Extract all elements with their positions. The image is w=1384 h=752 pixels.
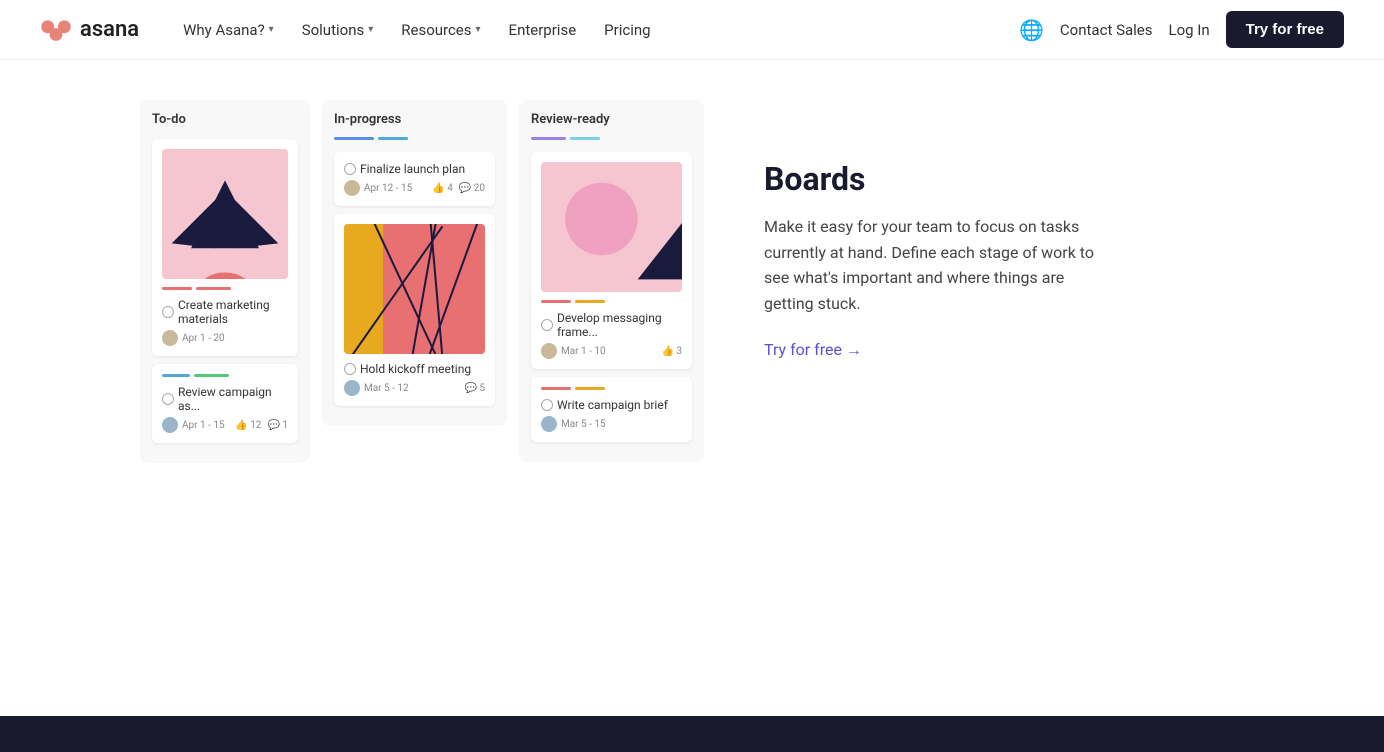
boards-description: Boards Make it easy for your team to foc… [764, 100, 1104, 360]
inprogress-card-1-stats: 👍 4 💬 20 [432, 183, 485, 194]
review-card-1[interactable]: Develop messaging frame... Mar 1 - 10 👍 … [531, 152, 692, 369]
todo-card-1-bars [162, 287, 288, 290]
inprogress-card-2-date: Mar 5 - 12 [344, 380, 409, 396]
contact-sales-link[interactable]: Contact Sales [1060, 21, 1153, 39]
review-column-header: Review-ready [531, 112, 692, 127]
try-for-free-link[interactable]: Try for free → [764, 340, 1104, 360]
board-demo: To-do [140, 100, 704, 463]
review-card-1-date: Mar 1 - 10 [541, 343, 606, 359]
avatar [541, 416, 557, 432]
review-card-1-title: Develop messaging frame... [541, 311, 682, 339]
logo-text: asana [80, 17, 139, 42]
inprogress-card-2-image [344, 224, 485, 354]
todo-card-1-title: Create marketing materials [162, 298, 288, 326]
avatar [541, 343, 557, 359]
chevron-down-icon: ▾ [368, 24, 373, 35]
navigation: asana Why Asana? ▾ Solutions ▾ Resources… [0, 0, 1384, 60]
review-card-2-title: Write campaign brief [541, 398, 682, 412]
chevron-down-icon: ▾ [269, 24, 274, 35]
inprogress-column: In-progress Finalize launch plan Apr 12 … [322, 100, 507, 426]
inprogress-card-2-meta: Mar 5 - 12 💬 5 [344, 380, 485, 396]
todo-card-1-date: Apr 1 - 20 [162, 330, 225, 346]
inprogress-bars [334, 137, 495, 140]
main-content: To-do [0, 60, 1384, 680]
avatar [162, 330, 178, 346]
footer-bar [0, 716, 1384, 752]
review-card-1-image [541, 162, 682, 292]
review-card-1-bars [541, 300, 682, 303]
todo-card-1-meta: Apr 1 - 20 [162, 330, 288, 346]
nav-right: 🌐 Contact Sales Log In Try for free [1019, 11, 1344, 48]
review-card-2-meta: Mar 5 - 15 [541, 416, 682, 432]
todo-card-1[interactable]: Create marketing materials Apr 1 - 20 [152, 139, 298, 356]
todo-column-header: To-do [152, 112, 298, 129]
nav-resources[interactable]: Resources ▾ [389, 13, 492, 47]
login-link[interactable]: Log In [1168, 21, 1209, 39]
todo-card-1-image [162, 149, 288, 279]
review-card-2-bars [541, 387, 682, 390]
review-column: Review-ready [519, 100, 704, 462]
todo-column: To-do [140, 100, 310, 463]
logo[interactable]: asana [40, 14, 139, 46]
check-circle-icon [162, 306, 174, 318]
review-card-2[interactable]: Write campaign brief Mar 5 - 15 [531, 377, 692, 442]
todo-card-2-meta: Apr 1 - 15 👍 12 💬 1 [162, 417, 288, 433]
avatar [162, 417, 178, 433]
inprogress-card-1[interactable]: Finalize launch plan Apr 12 - 15 👍 4 💬 2… [334, 152, 495, 206]
review-card-1-meta: Mar 1 - 10 👍 3 [541, 343, 682, 359]
nav-links: Why Asana? ▾ Solutions ▾ Resources ▾ Ent… [171, 13, 1019, 47]
inprogress-card-2-title: Hold kickoff meeting [344, 362, 485, 376]
check-circle-icon [541, 319, 553, 331]
review-bars [531, 137, 692, 140]
boards-description-text: Make it easy for your team to focus on t… [764, 214, 1104, 316]
check-circle-icon [162, 393, 174, 405]
review-card-1-stats: 👍 3 [661, 346, 682, 357]
check-circle-icon [344, 363, 356, 375]
review-card-2-date: Mar 5 - 15 [541, 416, 606, 432]
try-free-button[interactable]: Try for free [1226, 11, 1344, 48]
boards-title: Boards [764, 160, 1104, 198]
todo-card-2-title: Review campaign as... [162, 385, 288, 413]
avatar [344, 380, 360, 396]
chevron-down-icon: ▾ [476, 24, 481, 35]
inprogress-card-1-date: Apr 12 - 15 [344, 180, 412, 196]
check-circle-icon [541, 399, 553, 411]
todo-card-2-stats: 👍 12 💬 1 [235, 420, 288, 431]
inprogress-card-2-stats: 💬 5 [464, 383, 485, 394]
nav-enterprise[interactable]: Enterprise [497, 13, 589, 47]
nav-solutions[interactable]: Solutions ▾ [290, 13, 386, 47]
inprogress-card-1-title: Finalize launch plan [344, 162, 485, 176]
inprogress-card-1-meta: Apr 12 - 15 👍 4 💬 20 [344, 180, 485, 196]
todo-card-2-bars [162, 374, 288, 377]
check-circle-icon [344, 163, 356, 175]
globe-icon[interactable]: 🌐 [1019, 18, 1044, 42]
todo-card-2[interactable]: Review campaign as... Apr 1 - 15 👍 12 💬 … [152, 364, 298, 443]
inprogress-column-header: In-progress [334, 112, 495, 127]
inprogress-card-2[interactable]: Hold kickoff meeting Mar 5 - 12 💬 5 [334, 214, 495, 406]
avatar [344, 180, 360, 196]
nav-pricing[interactable]: Pricing [592, 13, 662, 47]
nav-why-asana[interactable]: Why Asana? ▾ [171, 13, 286, 47]
todo-card-2-date: Apr 1 - 15 [162, 417, 225, 433]
abstract-art [344, 224, 485, 354]
